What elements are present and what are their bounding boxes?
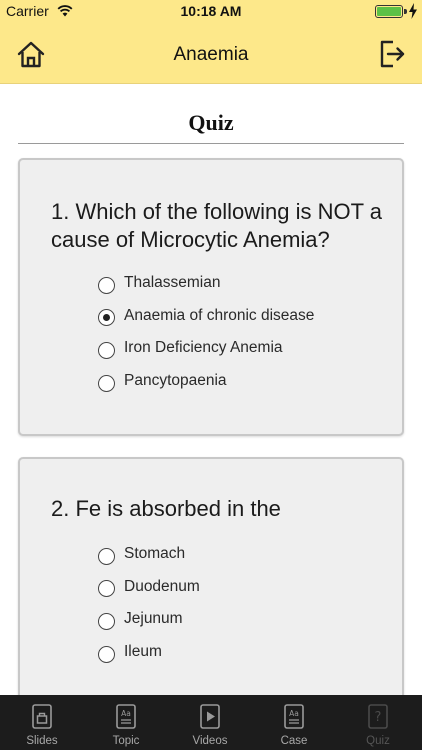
exit-icon[interactable] <box>378 39 406 69</box>
clock: 10:18 AM <box>180 3 242 19</box>
topic-icon: Aa <box>116 704 136 729</box>
quiz-heading: Quiz <box>188 110 234 135</box>
answer-option[interactable]: Anaemia of chronic disease <box>98 300 392 333</box>
case-icon: Aa <box>284 704 304 729</box>
tab-label: Videos <box>192 735 228 747</box>
tab-label: Slides <box>26 735 58 747</box>
nav-bar: Anaemia <box>0 22 422 84</box>
tab-label: Case <box>280 735 308 747</box>
answer-option[interactable]: Pancytopaenia <box>98 365 392 398</box>
answer-option[interactable]: Duodenum <box>98 571 392 604</box>
question-text: 2. Fe is absorbed in the <box>51 496 281 521</box>
radio-button[interactable] <box>98 374 115 392</box>
question-card: 1. Which of the following is NOT a cause… <box>18 158 404 436</box>
battery-icon <box>375 5 403 18</box>
radio-button-selected[interactable] <box>98 309 115 327</box>
answer-option[interactable]: Iron Deficiency Anemia <box>98 332 392 365</box>
tab-quiz[interactable]: ? Quiz <box>336 695 420 750</box>
option-label: Duodenum <box>124 577 200 595</box>
option-label: Jejunum <box>124 610 183 628</box>
tab-topic[interactable]: Aa Topic <box>84 695 168 750</box>
tab-videos[interactable]: Videos <box>168 695 252 750</box>
tab-bar: Slides Aa Topic Videos Aa Case ? Quiz <box>0 695 422 750</box>
option-label: Pancytopaenia <box>124 372 227 390</box>
radio-button[interactable] <box>98 276 115 294</box>
option-label: Thalassemian <box>124 274 221 292</box>
page-title: Anaemia <box>173 44 249 65</box>
answer-option[interactable]: Thalassemian <box>98 267 392 300</box>
answer-options: Thalassemian Anaemia of chronic disease … <box>98 267 392 397</box>
radio-button[interactable] <box>98 547 115 565</box>
question-card: 2. Fe is absorbed in the Stomach Duodenu… <box>18 457 404 695</box>
answer-option[interactable]: Ileum <box>98 636 392 669</box>
radio-button[interactable] <box>98 645 115 663</box>
tab-slides[interactable]: Slides <box>0 695 84 750</box>
tab-case[interactable]: Aa Case <box>252 695 336 750</box>
answer-option[interactable]: Jejunum <box>98 603 392 636</box>
status-bar: Carrier 10:18 AM <box>0 0 422 22</box>
tab-label: Topic <box>112 735 140 747</box>
heading-divider <box>18 143 404 144</box>
videos-icon <box>200 704 220 729</box>
quiz-content[interactable]: Quiz 1. Which of the following is NOT a … <box>0 84 422 695</box>
battery-tip <box>404 9 407 14</box>
option-label: Iron Deficiency Anemia <box>124 339 283 357</box>
radio-button[interactable] <box>98 341 115 359</box>
svg-text:Aa: Aa <box>121 709 131 718</box>
tab-label: Quiz <box>366 735 390 747</box>
charging-icon <box>409 3 417 19</box>
radio-button[interactable] <box>98 612 115 630</box>
answer-option[interactable]: Stomach <box>98 538 392 571</box>
slides-icon <box>32 704 52 729</box>
svg-text:?: ? <box>375 710 382 725</box>
answer-options: Stomach Duodenum Jejunum Ileum <box>98 538 392 668</box>
radio-button[interactable] <box>98 580 115 598</box>
option-label: Anaemia of chronic disease <box>124 306 315 324</box>
quiz-icon: ? <box>368 704 388 729</box>
option-label: Stomach <box>124 545 186 563</box>
svg-text:Aa: Aa <box>289 709 299 718</box>
question-text: 1. Which of the following is NOT a cause… <box>51 199 382 252</box>
option-label: Ileum <box>124 643 162 661</box>
